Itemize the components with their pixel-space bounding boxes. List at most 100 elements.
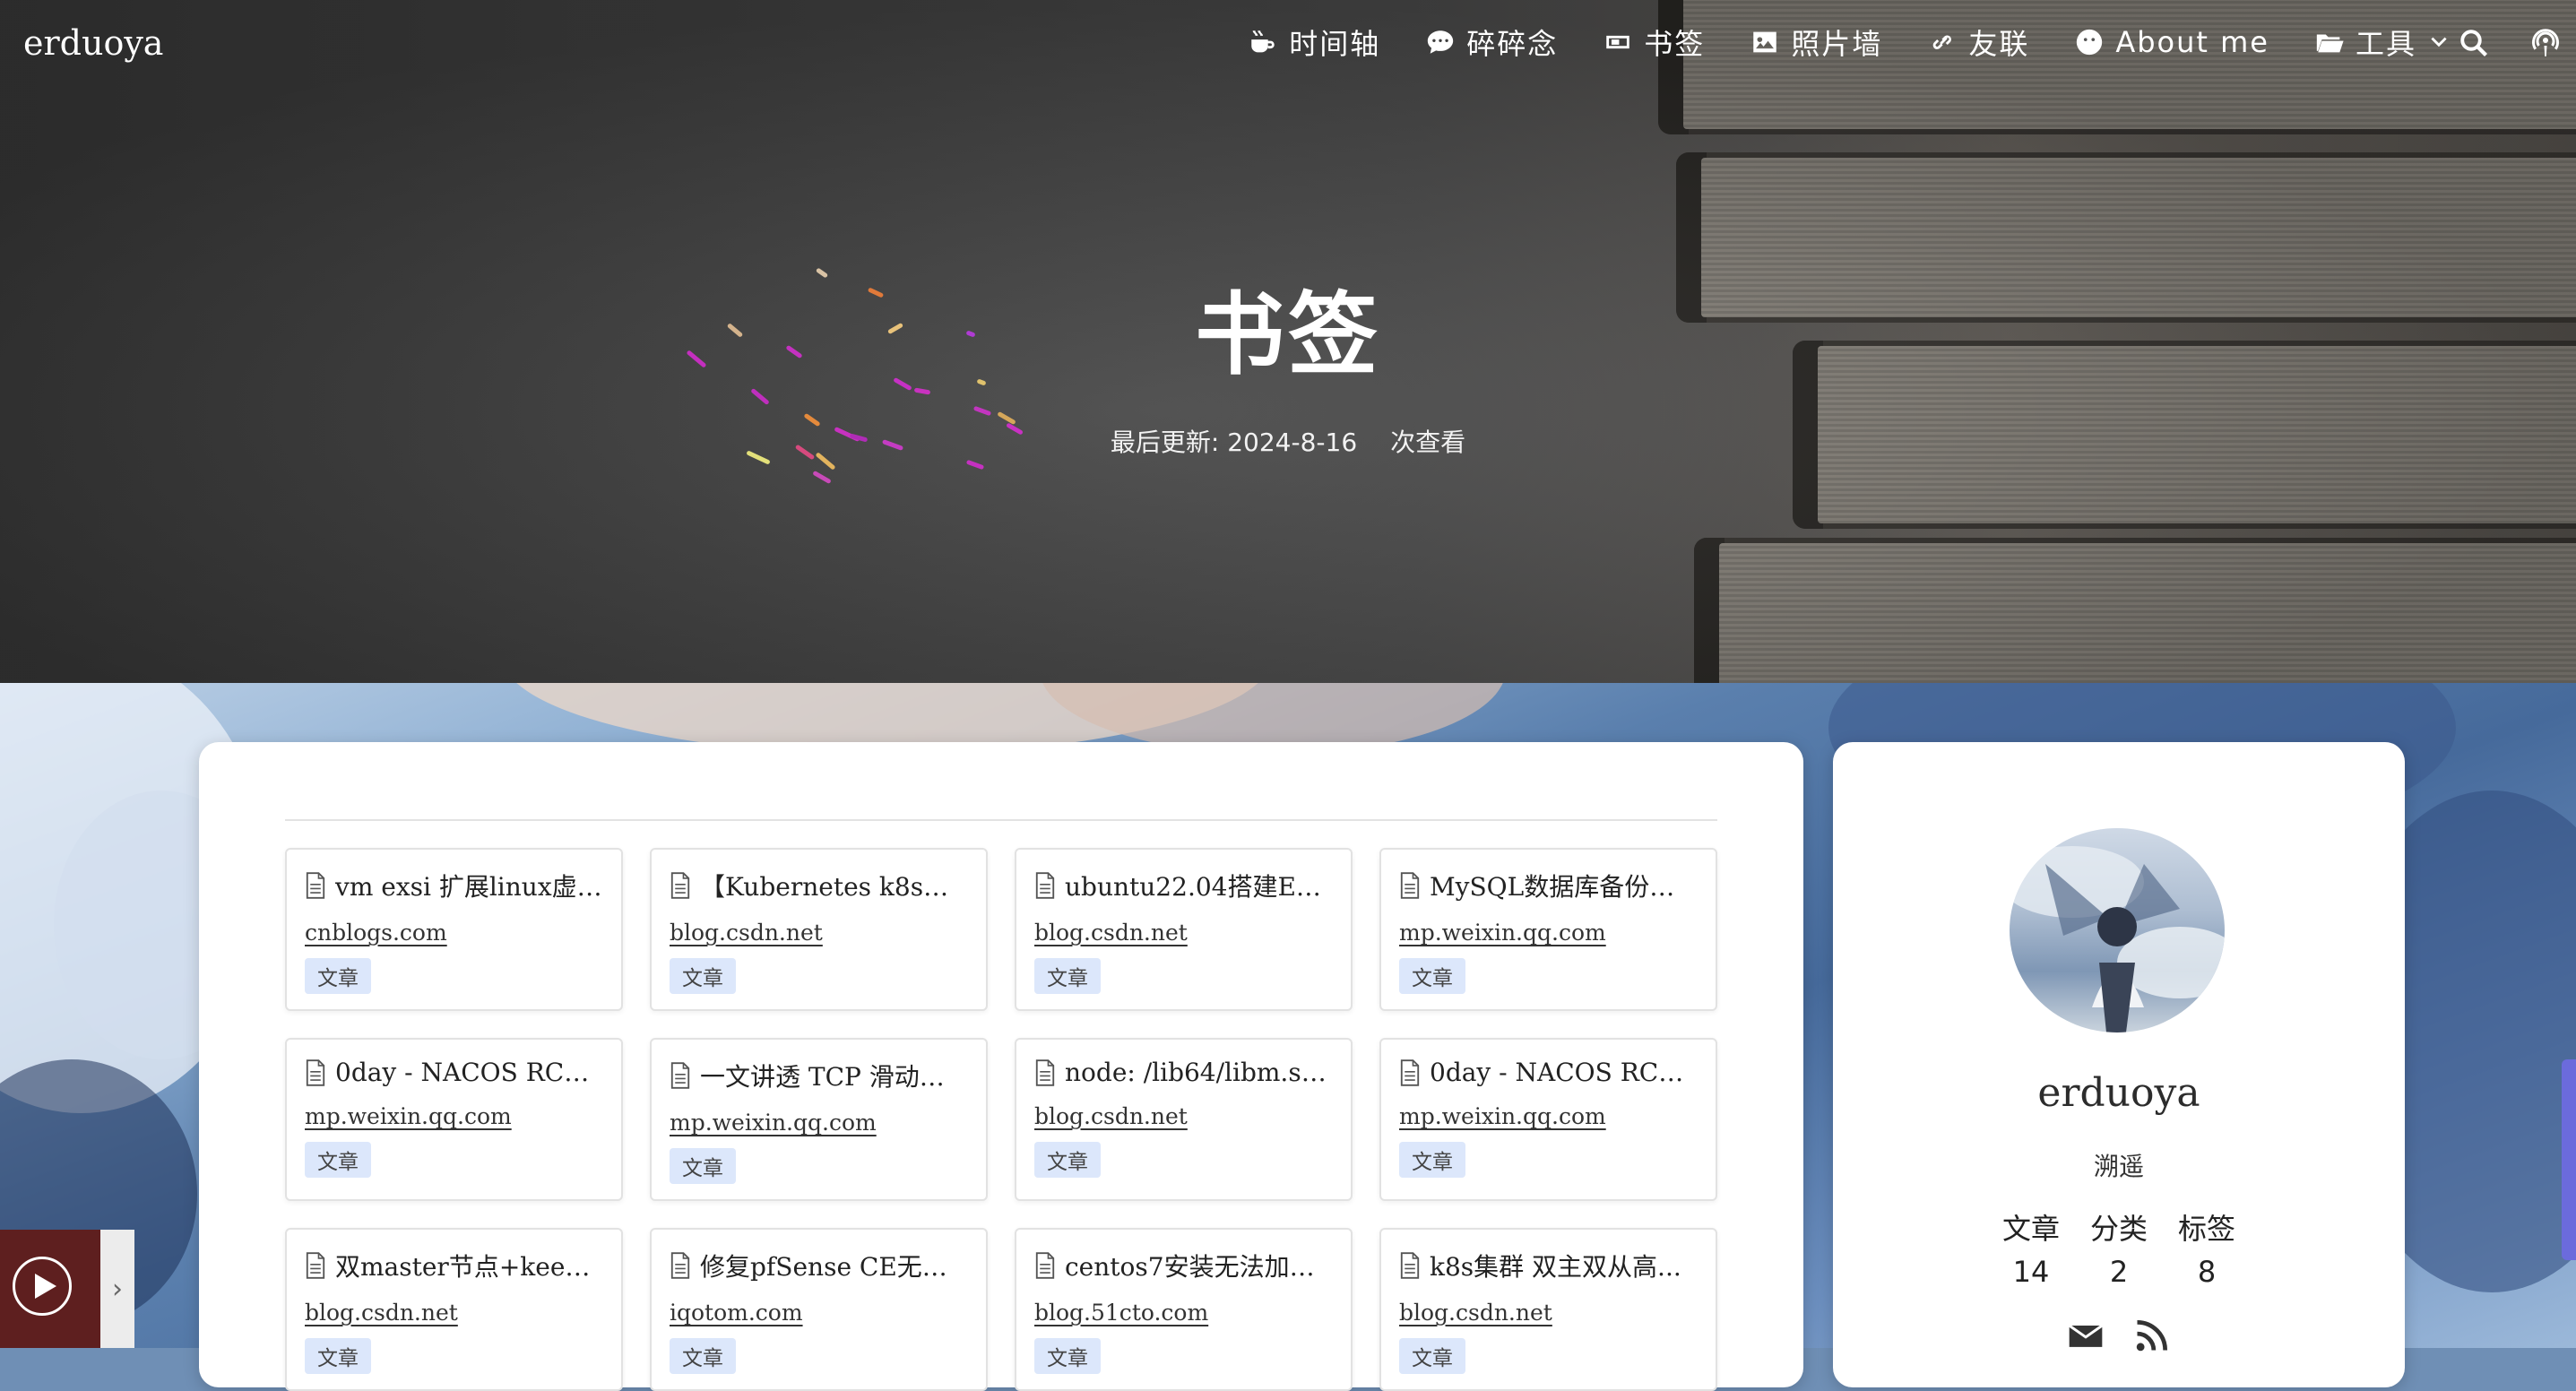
bookmark-tag[interactable]: 文章	[670, 1338, 736, 1374]
rss-icon[interactable]	[2132, 1316, 2172, 1355]
profile-links	[1833, 1316, 2405, 1355]
bookmark-title-text: ubuntu22.04搭建ETC...	[1065, 872, 1333, 902]
bookmark-tag[interactable]: 文章	[1034, 1142, 1101, 1178]
bookmark-card[interactable]: 0day - NACOS RCE... mp.weixin.qq.com 文章	[1379, 1038, 1717, 1201]
bookmark-card[interactable]: 修复pfSense CE无法... iqotom.com 文章	[650, 1228, 988, 1391]
stat-label: 分类	[2090, 1212, 2148, 1246]
nav-item-label: 友联	[1968, 27, 2030, 61]
bookmark-card[interactable]: 双master节点+keepali... blog.csdn.net 文章	[285, 1228, 623, 1391]
page-meta: 最后更新: 2024-8-16 次查看	[0, 423, 2576, 459]
nav-item-photos[interactable]: 照片墙	[1750, 22, 1882, 63]
chevron-down-icon	[2431, 37, 2447, 48]
bookmark-domain-link[interactable]: mp.weixin.qq.com	[670, 1110, 877, 1136]
bookmark-card[interactable]: 0day - NACOS RCE... mp.weixin.qq.com 文章	[285, 1038, 623, 1201]
nav-item-label: About me	[2115, 25, 2269, 59]
bookmark-title-text: 修复pfSense CE无法...	[700, 1252, 968, 1282]
stat-value: 14	[2012, 1255, 2050, 1289]
bookmark-tag[interactable]: 文章	[670, 1148, 736, 1184]
bookmark-domain-link[interactable]: blog.51cto.com	[1034, 1300, 1208, 1326]
stat-value: 8	[2197, 1255, 2217, 1289]
bookmark-title-text: 【Kubernetes k8s】(...	[700, 872, 968, 902]
bookmark-card[interactable]: vm exsi 扩展linux虚拟... cnblogs.com 文章	[285, 848, 623, 1011]
nav-item-murmur[interactable]: 碎碎念	[1425, 22, 1558, 63]
bookmark-title: k8s集群 双主双从高...	[1399, 1248, 1698, 1283]
bookmark-domain-link[interactable]: mp.weixin.qq.com	[305, 1103, 512, 1129]
document-icon	[306, 1252, 325, 1279]
stat-tags[interactable]: 标签 8	[2178, 1206, 2235, 1289]
bookmark-tag[interactable]: 文章	[670, 958, 736, 994]
bookmark-card[interactable]: centos7安装无法加载... blog.51cto.com 文章	[1015, 1228, 1353, 1391]
document-icon	[306, 872, 325, 899]
hero-banner: 书签 最后更新: 2024-8-16 次查看	[0, 0, 2576, 683]
nav-item-label: 碎碎念	[1466, 27, 1559, 61]
bookmark-domain-link[interactable]: iqotom.com	[670, 1300, 803, 1326]
nav-item-friends[interactable]: 友联	[1927, 22, 2029, 63]
bookmark-domain-link[interactable]: cnblogs.com	[305, 920, 447, 946]
bookmark-tag[interactable]: 文章	[1399, 1338, 1465, 1374]
bookmark-domain-link[interactable]: blog.csdn.net	[1034, 1103, 1188, 1129]
stat-posts[interactable]: 文章 14	[2002, 1206, 2060, 1289]
bookmark-title: 双master节点+keepali...	[305, 1248, 603, 1283]
smile-icon	[2077, 29, 2103, 56]
play-button[interactable]	[13, 1257, 72, 1316]
bookmark-card[interactable]: node: /lib64/libm.so.6:... blog.csdn.net 文…	[1015, 1038, 1353, 1201]
nav-item-about[interactable]: About me	[2074, 25, 2269, 59]
side-drawer-tab[interactable]	[2562, 1059, 2576, 1260]
bookmark-card[interactable]: 一文讲透 TCP 滑动窗... mp.weixin.qq.com 文章	[650, 1038, 988, 1201]
profile-name: erduoya	[2037, 1070, 2200, 1116]
nav-menu: 时间轴 碎碎念 书签 照片墙 友联 About me 工具	[1248, 22, 2451, 63]
profile-card: erduoya 溯遥 文章 14 分类 2 标签 8	[1833, 742, 2405, 1387]
bookmark-title-text: 0day - NACOS RCE...	[335, 1058, 603, 1087]
avatar[interactable]	[2010, 828, 2225, 1032]
bookmark-card[interactable]: ubuntu22.04搭建ETC... blog.csdn.net 文章	[1015, 848, 1353, 1011]
bookmark-card[interactable]: 【Kubernetes k8s】(... blog.csdn.net 文章	[650, 848, 988, 1011]
stat-value: 2	[2109, 1255, 2129, 1289]
view-count: 次查看	[1390, 428, 1466, 457]
bookmark-tag[interactable]: 文章	[305, 958, 371, 994]
bookmark-domain-link[interactable]: mp.weixin.qq.com	[1399, 1103, 1606, 1129]
bookmark-tag[interactable]: 文章	[305, 1142, 371, 1178]
bookmark-title: 一文讲透 TCP 滑动窗...	[670, 1058, 968, 1093]
folder-icon	[2316, 34, 2344, 53]
document-icon	[1400, 1058, 1420, 1086]
stat-label: 标签	[2178, 1212, 2236, 1246]
bookmark-title-text: MySQL数据库备份数...	[1430, 872, 1698, 902]
bookmark-title-text: 一文讲透 TCP 滑动窗...	[700, 1062, 968, 1092]
search-icon[interactable]	[2458, 27, 2490, 59]
nav-item-label: 书签	[1644, 27, 1706, 61]
bookmark-icon	[1606, 35, 1630, 49]
mail-icon[interactable]	[2066, 1316, 2105, 1355]
bookmark-tag[interactable]: 文章	[1399, 958, 1465, 994]
podcast-icon[interactable]	[2529, 27, 2562, 59]
stat-categories[interactable]: 分类 2	[2090, 1206, 2148, 1289]
bookmark-title-text: k8s集群 双主双从高...	[1430, 1252, 1681, 1282]
divider	[285, 819, 1717, 821]
nav-item-label: 照片墙	[1791, 27, 1883, 61]
stat-label: 文章	[2002, 1212, 2061, 1246]
bookmark-domain-link[interactable]: mp.weixin.qq.com	[1399, 920, 1606, 946]
bookmark-tag[interactable]: 文章	[1034, 1338, 1101, 1374]
bookmark-tag[interactable]: 文章	[1399, 1142, 1465, 1178]
player-toggle[interactable]: ›	[100, 1230, 134, 1348]
nav-item-label: 时间轴	[1289, 27, 1381, 61]
music-player[interactable]	[0, 1230, 100, 1348]
bookmark-domain-link[interactable]: blog.csdn.net	[305, 1300, 458, 1326]
document-icon	[670, 1252, 690, 1279]
bookmark-domain-link[interactable]: blog.csdn.net	[670, 920, 823, 946]
bookmark-domain-link[interactable]: blog.csdn.net	[1034, 920, 1188, 946]
bookmarks-card: vm exsi 扩展linux虚拟... cnblogs.com 文章 【Kubern…	[199, 742, 1803, 1391]
document-icon	[670, 1062, 690, 1089]
nav-item-timeline[interactable]: 时间轴	[1248, 22, 1380, 63]
bookmark-title: node: /lib64/libm.so.6:...	[1034, 1058, 1333, 1087]
bookmark-card[interactable]: MySQL数据库备份数... mp.weixin.qq.com 文章	[1379, 848, 1717, 1011]
bookmark-title: MySQL数据库备份数...	[1399, 868, 1698, 903]
site-brand[interactable]: erduoya	[23, 23, 163, 63]
bookmark-title-text: vm exsi 扩展linux虚拟...	[335, 872, 603, 902]
nav-item-bookmarks[interactable]: 书签	[1603, 22, 1705, 63]
bookmark-tag[interactable]: 文章	[305, 1338, 371, 1374]
bookmark-tag[interactable]: 文章	[1034, 958, 1101, 994]
bookmark-card[interactable]: k8s集群 双主双从高... blog.csdn.net 文章	[1379, 1228, 1717, 1391]
nav-item-tools[interactable]: 工具	[2314, 22, 2451, 63]
page-title: 书签	[1195, 282, 1381, 387]
bookmark-domain-link[interactable]: blog.csdn.net	[1399, 1300, 1552, 1326]
